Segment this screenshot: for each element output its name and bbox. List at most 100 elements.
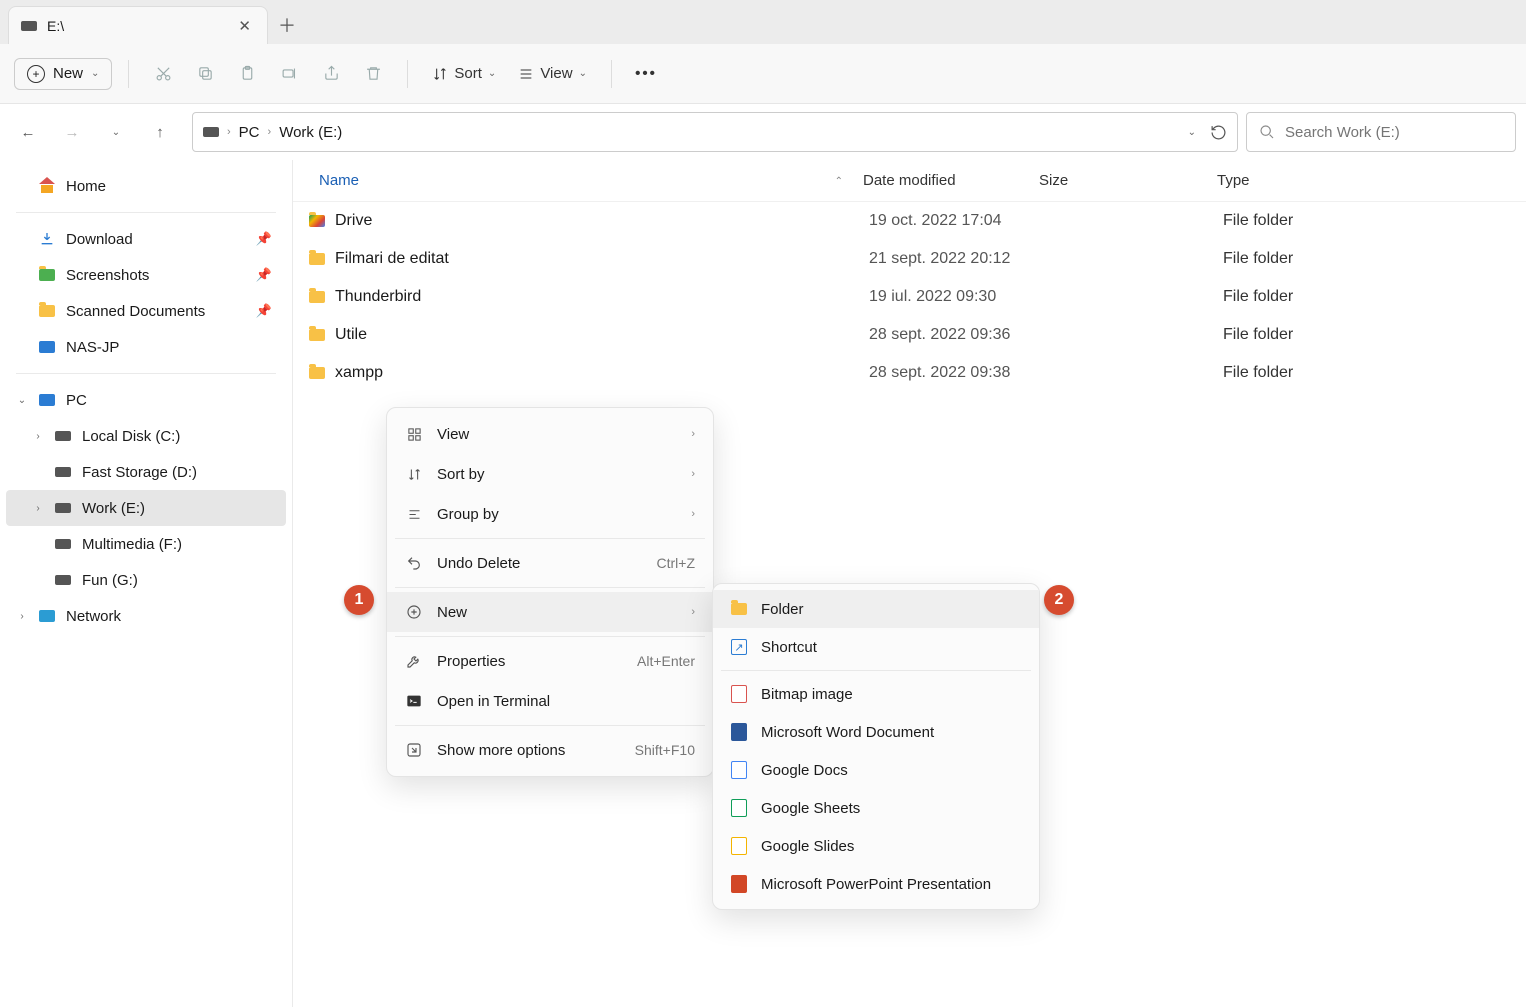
sidebar-drive-c[interactable]: › Local Disk (C:): [6, 418, 286, 454]
ctx-sort-by[interactable]: Sort by ›: [387, 454, 713, 494]
column-date[interactable]: Date modified: [863, 172, 1039, 189]
chevron-right-icon[interactable]: ›: [32, 503, 44, 514]
drive-icon: [55, 467, 71, 477]
more-button[interactable]: •••: [628, 56, 664, 92]
chevron-right-icon[interactable]: ›: [32, 431, 44, 442]
search-box[interactable]: [1246, 112, 1516, 152]
submenu-label: Google Slides: [761, 838, 854, 855]
annotation-badge-2: 2: [1044, 585, 1074, 615]
group-icon: [405, 505, 423, 523]
file-row[interactable]: Filmari de editat 21 sept. 2022 20:12 Fi…: [293, 240, 1526, 278]
recent-locations-button[interactable]: ⌄: [98, 114, 134, 150]
sidebar-drive-d[interactable]: Fast Storage (D:): [6, 454, 286, 490]
submenu-label: Microsoft PowerPoint Presentation: [761, 876, 991, 893]
ctx-label: View: [437, 426, 469, 443]
drive-icon: [21, 21, 37, 31]
sidebar-item-label: NAS-JP: [66, 339, 119, 356]
delete-button[interactable]: [355, 56, 391, 92]
sidebar-quick-screenshots[interactable]: Screenshots 📌: [6, 257, 286, 293]
rename-button[interactable]: [271, 56, 307, 92]
drive-icon: [55, 575, 71, 585]
plus-circle-icon: +: [27, 65, 45, 83]
sidebar-drive-g[interactable]: Fun (G:): [6, 562, 286, 598]
file-name: Filmari de editat: [335, 250, 449, 268]
image-file-icon: [731, 685, 747, 703]
file-row[interactable]: Drive 19 oct. 2022 17:04 File folder: [293, 202, 1526, 240]
search-input[interactable]: [1285, 124, 1503, 141]
ctx-label: Group by: [437, 506, 499, 523]
tab-active[interactable]: E:\ ✕: [8, 6, 268, 44]
sidebar-item-label: Screenshots: [66, 267, 149, 284]
sidebar-quick-nas[interactable]: NAS-JP: [6, 329, 286, 365]
file-date: 19 iul. 2022 09:30: [869, 288, 1045, 306]
ctx-separator: [395, 636, 705, 637]
breadcrumb-drive[interactable]: Work (E:): [279, 124, 342, 141]
search-icon: [1259, 124, 1275, 140]
sidebar-network[interactable]: › Network: [6, 598, 286, 634]
chevron-right-icon: ›: [268, 126, 272, 138]
column-size[interactable]: Size: [1039, 172, 1217, 189]
file-row[interactable]: Utile 28 sept. 2022 09:36 File folder: [293, 316, 1526, 354]
address-bar[interactable]: › PC › Work (E:) ⌄: [192, 112, 1238, 152]
submenu-word[interactable]: Microsoft Word Document: [713, 713, 1039, 751]
submenu-bitmap[interactable]: Bitmap image: [713, 675, 1039, 713]
sidebar-separator: [16, 212, 276, 213]
chevron-down-icon: ⌄: [91, 68, 99, 79]
sidebar-item-label: Fast Storage (D:): [82, 464, 197, 481]
back-button[interactable]: ←: [10, 114, 46, 150]
ctx-undo-delete[interactable]: Undo Delete Ctrl+Z: [387, 543, 713, 583]
word-file-icon: [731, 723, 747, 741]
grid-icon: [405, 425, 423, 443]
new-button[interactable]: + New ⌄: [14, 58, 112, 90]
view-button[interactable]: View ⌄: [510, 65, 595, 82]
submenu-folder[interactable]: Folder: [713, 590, 1039, 628]
submenu-powerpoint[interactable]: Microsoft PowerPoint Presentation: [713, 865, 1039, 903]
chevron-right-icon[interactable]: ›: [16, 611, 28, 622]
network-icon: [39, 610, 55, 622]
sidebar-home[interactable]: Home: [6, 168, 286, 204]
sidebar-item-label: Work (E:): [82, 500, 145, 517]
sidebar-network-label: Network: [66, 608, 121, 625]
ctx-properties[interactable]: Properties Alt+Enter: [387, 641, 713, 681]
drive-icon: [55, 431, 71, 441]
chevron-down-icon[interactable]: ⌄: [1188, 127, 1196, 138]
breadcrumb-pc[interactable]: PC: [239, 124, 260, 141]
sidebar-quick-scanned[interactable]: Scanned Documents 📌: [6, 293, 286, 329]
copy-button[interactable]: [187, 56, 223, 92]
paste-button[interactable]: [229, 56, 265, 92]
refresh-button[interactable]: [1210, 124, 1227, 141]
chevron-down-icon[interactable]: ⌄: [16, 395, 28, 406]
file-name: Thunderbird: [335, 288, 421, 306]
sidebar-quick-download[interactable]: Download 📌: [6, 221, 286, 257]
submenu-gsheets[interactable]: Google Sheets: [713, 789, 1039, 827]
submenu-shortcut[interactable]: ↗ Shortcut: [713, 628, 1039, 666]
forward-button[interactable]: →: [54, 114, 90, 150]
new-tab-button[interactable]: ＋: [268, 6, 306, 44]
file-row[interactable]: xampp 28 sept. 2022 09:38 File folder: [293, 354, 1526, 392]
context-menu: View › Sort by › Group by › Undo Delete …: [386, 407, 714, 777]
nav-row: ← → ⌄ ↑ › PC › Work (E:) ⌄: [0, 104, 1526, 160]
sidebar-pc[interactable]: ⌄ PC: [6, 382, 286, 418]
terminal-icon: [405, 692, 423, 710]
up-button[interactable]: ↑: [142, 114, 178, 150]
sort-button[interactable]: Sort ⌄: [424, 65, 504, 82]
sidebar-drive-e[interactable]: › Work (E:): [6, 490, 286, 526]
file-row[interactable]: Thunderbird 19 iul. 2022 09:30 File fold…: [293, 278, 1526, 316]
ctx-show-more[interactable]: Show more options Shift+F10: [387, 730, 713, 770]
ctx-open-terminal[interactable]: Open in Terminal: [387, 681, 713, 721]
ctx-view[interactable]: View ›: [387, 414, 713, 454]
file-date: 21 sept. 2022 20:12: [869, 250, 1045, 268]
column-type[interactable]: Type: [1217, 172, 1526, 189]
column-name[interactable]: Name⌃: [293, 172, 863, 189]
share-button[interactable]: [313, 56, 349, 92]
ctx-group-by[interactable]: Group by ›: [387, 494, 713, 534]
ctx-separator: [395, 587, 705, 588]
sidebar-drive-f[interactable]: Multimedia (F:): [6, 526, 286, 562]
ctx-new[interactable]: New ›: [387, 592, 713, 632]
close-tab-button[interactable]: ✕: [234, 17, 255, 35]
chevron-down-icon: ⌄: [579, 68, 587, 79]
sidebar-separator: [16, 373, 276, 374]
submenu-gslides[interactable]: Google Slides: [713, 827, 1039, 865]
cut-button[interactable]: [145, 56, 181, 92]
submenu-gdocs[interactable]: Google Docs: [713, 751, 1039, 789]
